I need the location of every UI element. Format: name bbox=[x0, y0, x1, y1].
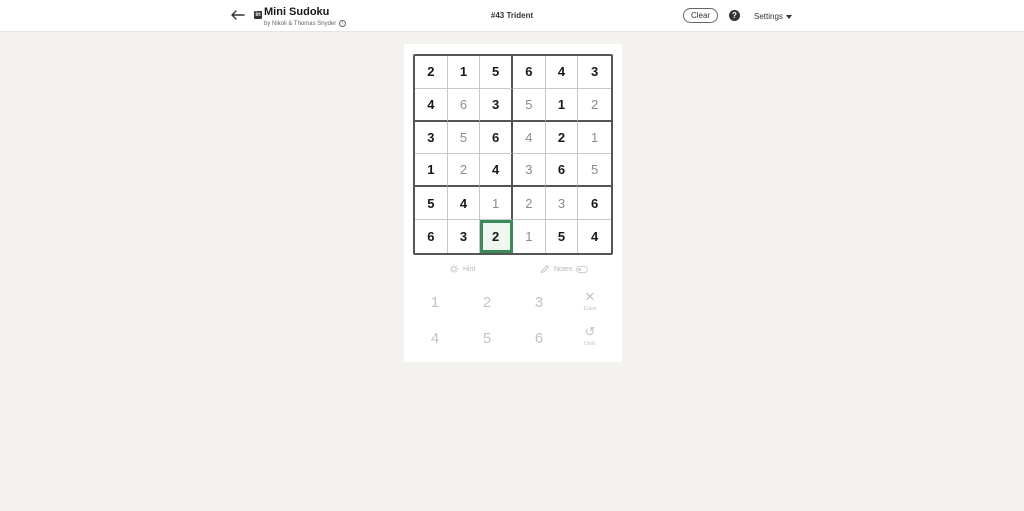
grid-cell[interactable]: 2 bbox=[578, 89, 611, 122]
grid-cell[interactable]: 6 bbox=[415, 220, 448, 253]
keypad-number-6[interactable]: 6 bbox=[519, 330, 559, 347]
grid-cell[interactable]: 6 bbox=[545, 154, 579, 188]
grid-cell[interactable]: 4 bbox=[513, 121, 546, 155]
grid-cell[interactable]: 1 bbox=[480, 187, 513, 221]
info-icon[interactable]: i bbox=[339, 20, 347, 27]
chevron-down-icon bbox=[785, 14, 792, 19]
grid-cell[interactable]: 1 bbox=[513, 220, 546, 253]
help-icon[interactable]: ? bbox=[729, 10, 740, 21]
grid-cell[interactable]: 4 bbox=[545, 56, 579, 89]
grid-cell[interactable]: 5 bbox=[578, 154, 611, 188]
tool-row: Hint Notes bbox=[404, 264, 622, 278]
grid-cell[interactable]: 3 bbox=[578, 56, 611, 89]
undo-button[interactable]: ↺ Undo bbox=[570, 324, 610, 348]
close-icon: ✕ bbox=[584, 289, 596, 304]
lightbulb-icon bbox=[449, 264, 459, 274]
grid-cell[interactable]: 5 bbox=[513, 88, 546, 122]
keypad-number-2[interactable]: 2 bbox=[467, 294, 507, 311]
keypad-number-5[interactable]: 5 bbox=[467, 330, 507, 347]
clear-button[interactable]: Clear bbox=[683, 8, 718, 23]
hint-button[interactable]: Hint bbox=[449, 264, 475, 274]
keypad-number-4[interactable]: 4 bbox=[415, 330, 455, 347]
settings-dropdown[interactable]: Settings bbox=[754, 12, 792, 21]
grid-cell[interactable]: 2 bbox=[447, 154, 481, 188]
puzzle-title: #43 Trident bbox=[490, 11, 534, 20]
undo-icon: ↺ bbox=[584, 324, 596, 339]
undo-label: Undo bbox=[584, 341, 596, 347]
grid-cell[interactable]: 2 bbox=[545, 121, 579, 155]
grid-cell[interactable]: 4 bbox=[578, 220, 611, 253]
pencil-icon bbox=[541, 265, 549, 273]
grid-cell[interactable]: 2 bbox=[513, 187, 546, 221]
hint-label: Hint bbox=[463, 265, 476, 273]
grid-cell[interactable]: 5 bbox=[546, 220, 579, 253]
notes-button[interactable]: Notes bbox=[540, 264, 589, 274]
grid-cell[interactable]: 5 bbox=[480, 56, 513, 89]
top-bar: in Mini Sudoku by Nikoli & Thomas Snyder… bbox=[0, 0, 1024, 32]
grid-cell[interactable]: 3 bbox=[448, 220, 481, 253]
byline-text: by Nikoli & Thomas Snyder bbox=[264, 20, 337, 27]
grid-cell[interactable]: 4 bbox=[480, 154, 513, 188]
erase-button[interactable]: ✕ Erase bbox=[570, 289, 610, 313]
grid-cell[interactable]: 3 bbox=[513, 154, 546, 188]
settings-label: Settings bbox=[754, 12, 783, 21]
grid-cell[interactable]: 1 bbox=[447, 56, 481, 89]
grid-cell[interactable]: 3 bbox=[545, 187, 579, 221]
grid-cell[interactable]: 6 bbox=[578, 187, 611, 221]
grid-cell[interactable]: 1 bbox=[578, 122, 611, 155]
notes-toggle[interactable] bbox=[576, 265, 589, 273]
keypad-number-1[interactable]: 1 bbox=[415, 294, 455, 311]
grid-cell[interactable]: 3 bbox=[415, 121, 448, 155]
grid-cell[interactable]: 2 bbox=[415, 56, 448, 89]
grid-cell[interactable]: 6 bbox=[447, 88, 481, 122]
grid-cell[interactable]: 6 bbox=[513, 56, 546, 89]
grid-cell[interactable]: 3 bbox=[480, 88, 513, 122]
grid-cell-selected[interactable]: 2 bbox=[480, 220, 513, 253]
sudoku-grid: 215643463512356421124365541236632154 bbox=[413, 54, 613, 255]
grid-cell[interactable]: 5 bbox=[447, 121, 481, 155]
notes-label: Notes bbox=[554, 265, 573, 273]
erase-label: Erase bbox=[583, 306, 597, 312]
grid-cell[interactable]: 6 bbox=[480, 121, 513, 155]
grid-cell[interactable]: 1 bbox=[415, 154, 448, 188]
keypad-number-3[interactable]: 3 bbox=[519, 294, 559, 311]
grid-cell[interactable]: 4 bbox=[415, 88, 448, 122]
grid-cell[interactable]: 5 bbox=[415, 187, 448, 221]
byline: by Nikoli & Thomas Snyder i bbox=[264, 20, 347, 27]
grid-cell[interactable]: 1 bbox=[545, 88, 579, 122]
grid-cell[interactable]: 4 bbox=[447, 187, 481, 221]
